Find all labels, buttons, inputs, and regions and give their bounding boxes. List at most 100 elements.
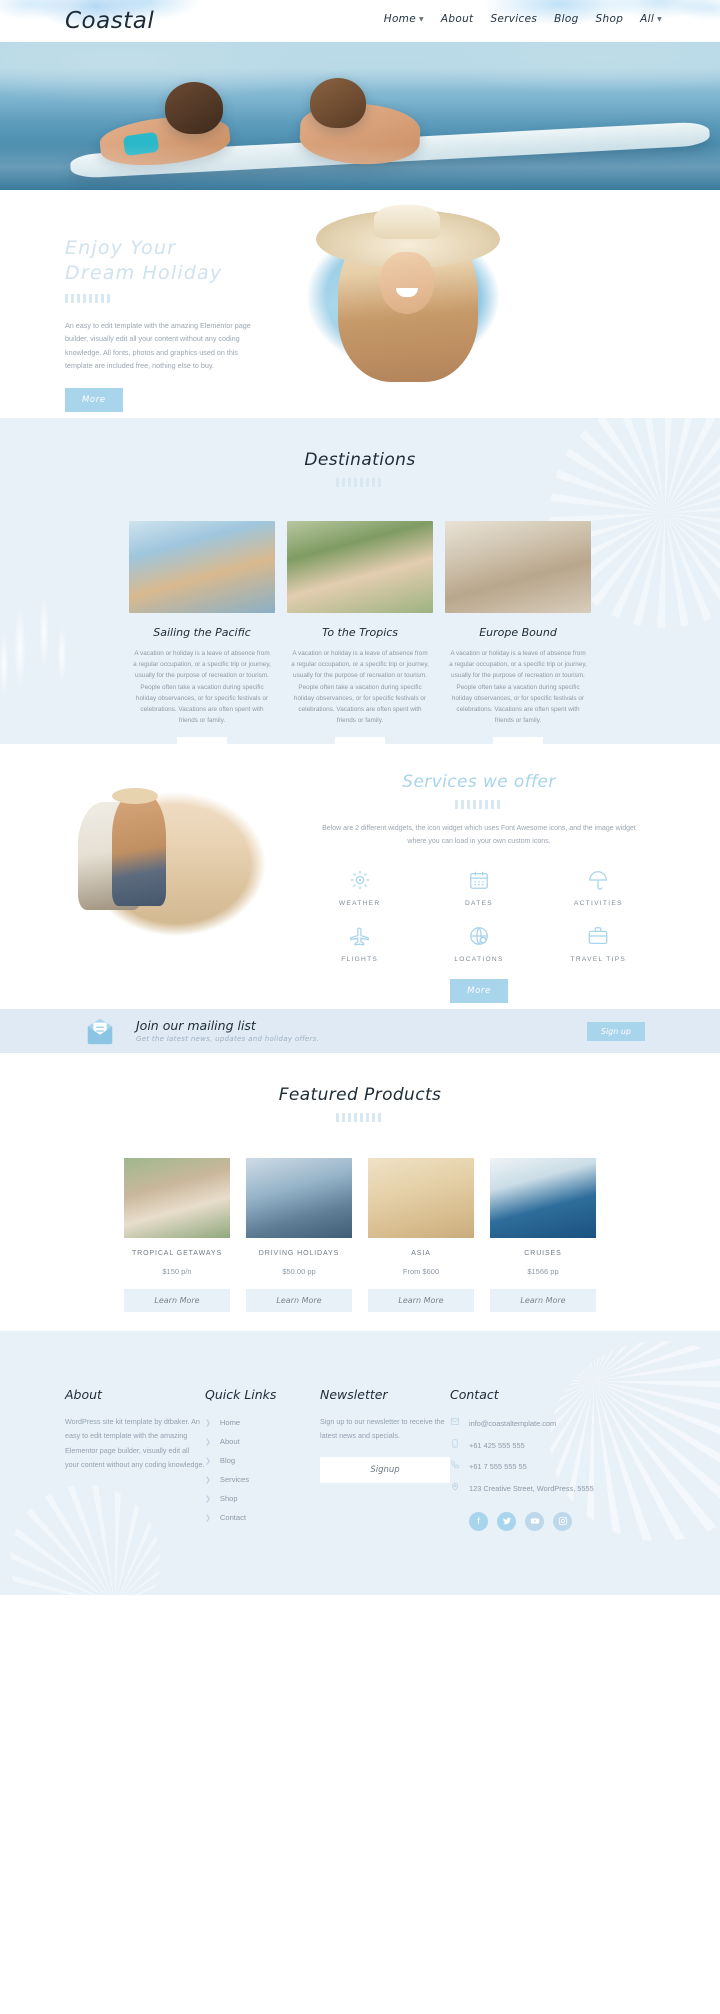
destination-card-image-europe [445,521,591,613]
contact-item-mobile[interactable]: +61 425 555 555 [450,1435,640,1457]
product-price: $50.00 pp [282,1267,316,1276]
nav-item-home[interactable]: Home ▼ [384,13,424,25]
contact-item-phone[interactable]: +61 7 555 555 55 [450,1456,640,1478]
product-card: TROPICAL GETAWAYS $150 p/n Learn More [124,1158,230,1312]
featured-header: Featured Products [0,1053,720,1122]
mailing-signup-button[interactable]: Sign up [586,1022,645,1041]
service-label: TRAVEL TIPS [570,955,627,963]
service-item-weather[interactable]: WEATHER [300,869,419,907]
intro-heading-line-1: Enjoy Your [65,237,177,259]
contact-item-address[interactable]: 123 Creative Street, WordPress, 5555 [450,1478,640,1500]
destinations-title: Destinations [304,450,416,470]
product-price: From $600 [402,1267,440,1276]
product-image-cruises[interactable] [490,1158,596,1238]
product-learn-more-button[interactable]: Learn More [124,1289,230,1312]
services-content-column: Services we offer Below are 2 different … [300,772,658,1003]
footer-link-list: ❯ Home ❯ About ❯ Blog ❯ Services ❯ Shop … [205,1413,320,1527]
newsletter-signup-input[interactable] [320,1456,450,1483]
sun-hat-crown [374,205,440,239]
service-label: LOCATIONS [454,955,504,963]
services-section: Services we offer Below are 2 different … [0,744,720,1009]
service-item-locations[interactable]: LOCATIONS [419,925,538,963]
chevron-right-icon: ❯ [205,1419,211,1427]
destination-card-image-sailing [129,521,275,613]
service-item-flights[interactable]: FLIGHTS [300,925,419,963]
nav-item-about[interactable]: About [441,13,474,25]
suitcase-icon [588,926,608,944]
destination-more-button[interactable]: More [334,737,386,744]
site-header: Coastal Home ▼ About Services Blog Shop … [0,0,720,42]
intro-text-column: Enjoy Your Dream Holiday An easy to edit… [65,236,263,413]
product-learn-more-button[interactable]: Learn More [490,1289,596,1312]
mailing-subtitle: Get the latest news, updates and holiday… [136,1035,320,1043]
destinations-header: Destinations [0,418,720,487]
product-name: DRIVING HOLIDAYS [258,1250,340,1257]
site-footer: About WordPress site kit template by dtb… [0,1331,720,1595]
mailing-text-block: Join our mailing list Get the latest new… [136,1018,319,1043]
destination-card: Europe Bound A vacation or holiday is a … [445,521,591,744]
nav-item-blog[interactable]: Blog [554,13,578,25]
nav-item-shop[interactable]: Shop [596,13,624,25]
contact-list: info@coastaltemplate.com +61 425 555 555… [450,1413,640,1500]
footer-link-about[interactable]: ❯ About [205,1432,320,1451]
chevron-down-icon: ▼ [418,15,424,23]
facebook-glyph: f [477,1516,480,1527]
footer-link-blog[interactable]: ❯ Blog [205,1451,320,1470]
contact-text: +61 425 555 555 [469,1440,525,1450]
contact-text: 123 Creative Street, WordPress, 5555 [469,1484,594,1494]
wave-divider-icon [336,1113,384,1122]
chevron-down-icon: ▼ [657,15,662,23]
destination-more-button[interactable]: More [176,737,228,744]
product-grid: TROPICAL GETAWAYS $150 p/n Learn More DR… [0,1158,720,1312]
nav-item-all[interactable]: All ▼ [640,13,662,25]
services-more-button[interactable]: More [450,978,508,1003]
featured-products-section: Featured Products TROPICAL GETAWAYS $150… [0,1053,720,1331]
service-item-dates[interactable]: DATES [419,869,538,907]
footer-link-label: Shop [219,1494,238,1503]
intro-portrait-image [288,204,518,390]
contact-text: info@coastaltemplate.com [469,1419,557,1428]
product-learn-more-button[interactable]: Learn More [246,1289,352,1312]
umbrella-icon [589,871,608,890]
product-name: ASIA [411,1250,431,1257]
hero-person-right-hair [310,78,366,128]
footer-link-contact[interactable]: ❯ Contact [205,1508,320,1527]
service-label: DATES [464,899,493,907]
footer-contact-title: Contact [450,1387,499,1402]
service-item-activities[interactable]: ACTIVITIES [539,869,658,907]
portrait-face [380,252,434,314]
facebook-icon[interactable]: f [469,1511,488,1531]
intro-heading-line-2: Dream Holiday [65,262,223,285]
twitter-icon[interactable] [497,1511,516,1531]
destination-more-button[interactable]: More [492,737,544,744]
product-image-tropical-getaways[interactable] [124,1158,230,1238]
nav-item-services[interactable]: Services [490,13,537,25]
product-learn-more-button[interactable]: Learn More [368,1289,474,1312]
intro-body-text: An easy to edit template with the amazin… [65,321,251,371]
service-item-travel-tips[interactable]: TRAVEL TIPS [539,925,658,963]
services-title: Services we offer [402,772,556,792]
destination-card: Sailing the Pacific A vacation or holida… [129,521,275,744]
product-image-asia[interactable] [368,1158,474,1238]
intro-heading: Enjoy Your Dream Holiday [65,236,263,286]
services-subtitle: Below are 2 different widgets, the icon … [322,825,636,845]
site-logo[interactable]: Coastal [65,8,154,34]
contact-item-email[interactable]: info@coastaltemplate.com [450,1413,640,1435]
intro-more-button[interactable]: More [65,388,123,413]
footer-link-home[interactable]: ❯ Home [205,1413,320,1432]
footer-newsletter-title: Newsletter [320,1387,388,1402]
mailing-list-bar: Join our mailing list Get the latest new… [0,1009,720,1053]
hero-banner-image [0,42,720,190]
footer-link-label: Home [219,1418,241,1427]
instagram-icon[interactable] [553,1511,572,1531]
chevron-right-icon: ❯ [205,1495,211,1503]
main-navigation: Home ▼ About Services Blog Shop All ▼ [384,13,662,25]
footer-link-services[interactable]: ❯ Services [205,1470,320,1489]
footer-about-text: WordPress site kit template by dtbaker. … [65,1417,205,1470]
youtube-icon[interactable] [525,1511,544,1531]
footer-link-shop[interactable]: ❯ Shop [205,1489,320,1508]
mailing-title: Join our mailing list [136,1018,256,1033]
featured-title: Featured Products [278,1085,442,1105]
destination-card: To the Tropics A vacation or holiday is … [287,521,433,744]
product-image-driving-holidays[interactable] [246,1158,352,1238]
